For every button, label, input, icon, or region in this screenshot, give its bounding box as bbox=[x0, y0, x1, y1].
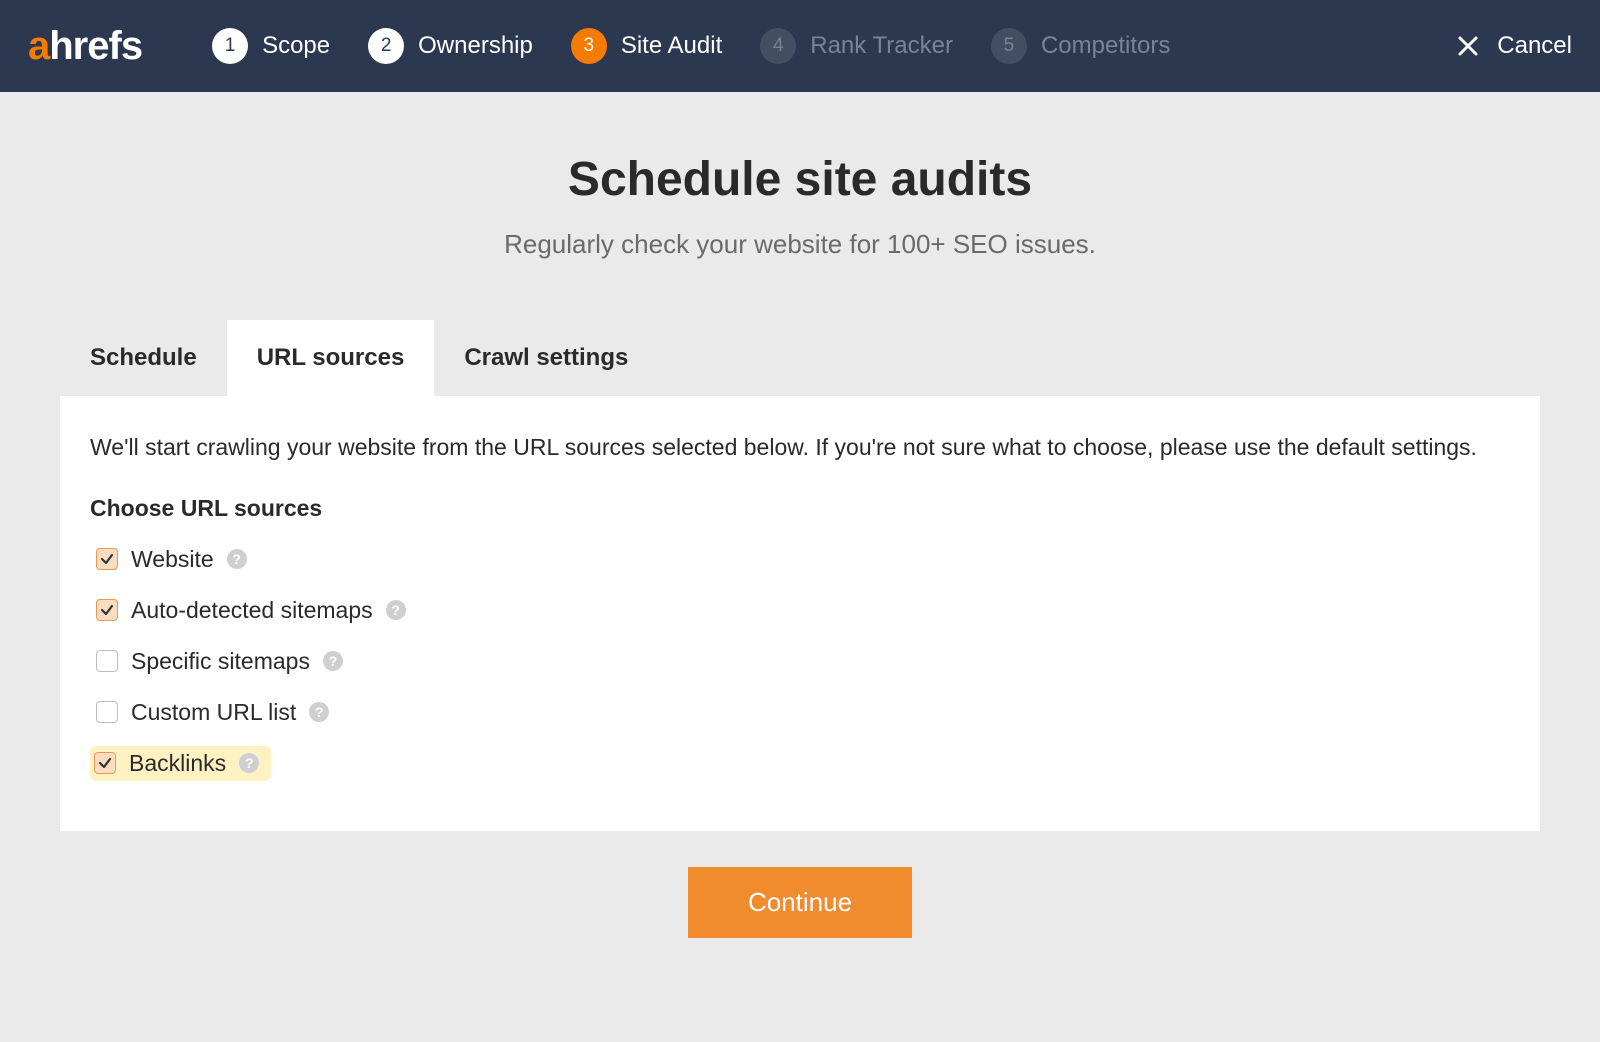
source-label: Backlinks bbox=[129, 750, 226, 777]
source-label: Custom URL list bbox=[131, 699, 296, 726]
step-label: Site Audit bbox=[621, 32, 722, 60]
source-row-specific-sitemaps: Specific sitemaps ? bbox=[90, 644, 349, 679]
panel-description: We'll start crawling your website from t… bbox=[90, 430, 1510, 465]
step-number: 1 bbox=[212, 28, 248, 64]
panel-wrap: Schedule URL sources Crawl settings We'l… bbox=[60, 320, 1540, 938]
cancel-button[interactable]: Cancel bbox=[1453, 31, 1572, 61]
step-number: 2 bbox=[368, 28, 404, 64]
step-label: Scope bbox=[262, 32, 330, 60]
panel: We'll start crawling your website from t… bbox=[60, 396, 1540, 831]
help-icon[interactable]: ? bbox=[309, 702, 329, 722]
checkbox-custom-url[interactable] bbox=[96, 701, 118, 723]
help-icon[interactable]: ? bbox=[323, 651, 343, 671]
source-row-custom-url: Custom URL list ? bbox=[90, 695, 335, 730]
close-icon bbox=[1453, 31, 1483, 61]
logo-rest: hrefs bbox=[49, 24, 142, 68]
header-bar: ahrefs 1 Scope 2 Ownership 3 Site Audit … bbox=[0, 0, 1600, 92]
logo-a: a bbox=[28, 24, 49, 68]
checkbox-backlinks[interactable] bbox=[94, 752, 116, 774]
page-subtitle: Regularly check your website for 100+ SE… bbox=[504, 229, 1096, 260]
source-label: Specific sitemaps bbox=[131, 648, 310, 675]
source-label: Website bbox=[131, 546, 214, 573]
page-title: Schedule site audits bbox=[568, 152, 1032, 207]
tab-schedule[interactable]: Schedule bbox=[60, 320, 227, 396]
continue-button[interactable]: Continue bbox=[688, 867, 912, 938]
help-icon[interactable]: ? bbox=[227, 549, 247, 569]
step-number: 3 bbox=[571, 28, 607, 64]
logo: ahrefs bbox=[28, 24, 142, 69]
source-label: Auto-detected sitemaps bbox=[131, 597, 373, 624]
tab-crawl-settings[interactable]: Crawl settings bbox=[434, 320, 658, 396]
step-scope[interactable]: 1 Scope bbox=[212, 28, 330, 64]
section-title: Choose URL sources bbox=[90, 495, 1510, 522]
checkbox-auto-sitemaps[interactable] bbox=[96, 599, 118, 621]
checkbox-specific-sitemaps[interactable] bbox=[96, 650, 118, 672]
wizard-steps: 1 Scope 2 Ownership 3 Site Audit 4 Rank … bbox=[212, 28, 1453, 64]
cancel-label: Cancel bbox=[1497, 32, 1572, 60]
step-rank-tracker[interactable]: 4 Rank Tracker bbox=[760, 28, 953, 64]
step-competitors[interactable]: 5 Competitors bbox=[991, 28, 1170, 64]
help-icon[interactable]: ? bbox=[386, 600, 406, 620]
tab-url-sources[interactable]: URL sources bbox=[227, 320, 435, 396]
source-row-backlinks: Backlinks ? bbox=[90, 746, 271, 781]
step-label: Rank Tracker bbox=[810, 32, 953, 60]
tabs: Schedule URL sources Crawl settings bbox=[60, 320, 1540, 396]
step-ownership[interactable]: 2 Ownership bbox=[368, 28, 533, 64]
step-site-audit[interactable]: 3 Site Audit bbox=[571, 28, 722, 64]
main-content: Schedule site audits Regularly check you… bbox=[0, 92, 1600, 938]
step-label: Ownership bbox=[418, 32, 533, 60]
step-number: 5 bbox=[991, 28, 1027, 64]
source-row-auto-sitemaps: Auto-detected sitemaps ? bbox=[90, 593, 412, 628]
continue-wrap: Continue bbox=[60, 867, 1540, 938]
step-label: Competitors bbox=[1041, 32, 1170, 60]
checkbox-website[interactable] bbox=[96, 548, 118, 570]
step-number: 4 bbox=[760, 28, 796, 64]
source-row-website: Website ? bbox=[90, 542, 253, 577]
help-icon[interactable]: ? bbox=[239, 753, 259, 773]
